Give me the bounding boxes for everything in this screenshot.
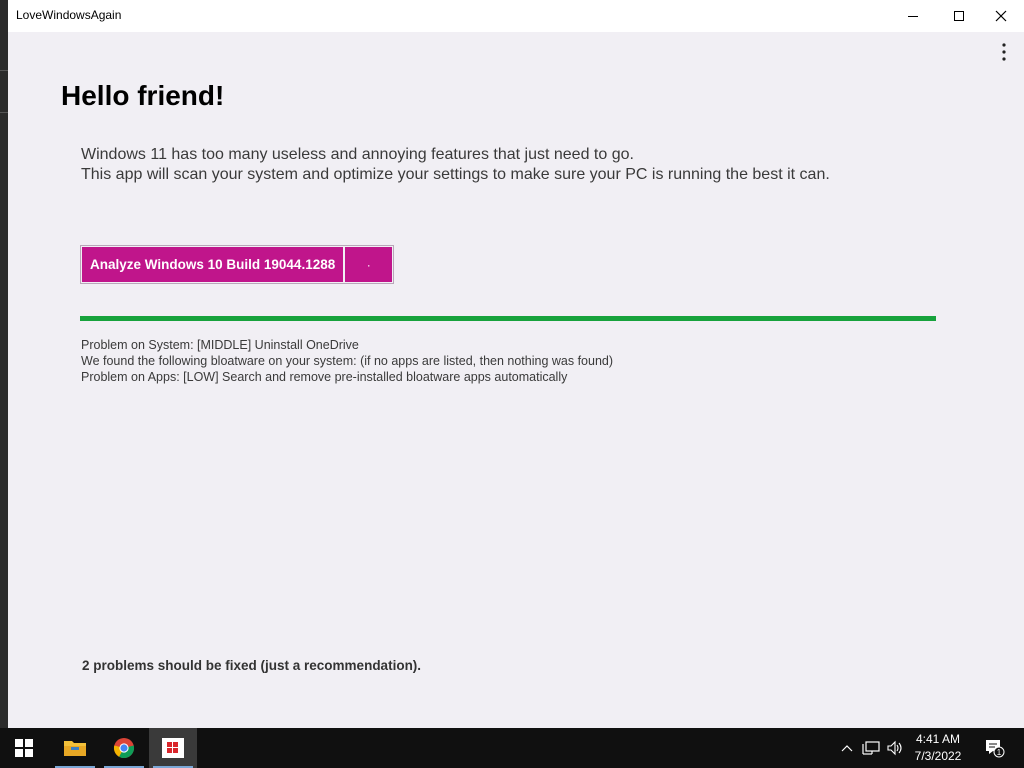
- love-windows-again-icon: [162, 738, 184, 758]
- start-icon: [15, 739, 33, 757]
- desktop-background: [0, 0, 8, 728]
- volume-icon: [887, 740, 902, 756]
- maximize-icon: [954, 11, 964, 21]
- show-hidden-icons-button[interactable]: [838, 728, 856, 768]
- window-title: LoveWindowsAgain: [16, 8, 122, 22]
- log-line: Problem on Apps: [LOW] Search and remove…: [81, 370, 568, 384]
- notification-icon: 1: [986, 740, 1005, 758]
- analyze-button-group: Analyze Windows 10 Build 19044.1288 ·: [80, 245, 395, 284]
- volume-button[interactable]: [884, 728, 906, 768]
- system-clock[interactable]: 4:41 AM 7/3/2022: [904, 731, 972, 765]
- taskbar-chrome[interactable]: [100, 728, 148, 768]
- minimize-icon: [908, 16, 918, 17]
- clock-date: 7/3/2022: [914, 749, 962, 763]
- taskbar: 4:41 AM 7/3/2022 1: [0, 728, 1024, 768]
- progress-fill: [80, 316, 936, 321]
- start-button[interactable]: [0, 728, 48, 768]
- maximize-button[interactable]: [936, 0, 982, 32]
- summary-text: 2 problems should be fixed (just a recom…: [82, 658, 422, 673]
- clock-time: 4:41 AM: [915, 732, 961, 746]
- secondary-action-button[interactable]: ·: [345, 247, 393, 282]
- more-options-button[interactable]: [992, 40, 1016, 64]
- title-bar[interactable]: LoveWindowsAgain: [8, 0, 1024, 32]
- chevron-up-icon: [841, 745, 853, 752]
- notification-count: 1: [997, 748, 1002, 757]
- analyze-button[interactable]: Analyze Windows 10 Build 19044.1288: [82, 247, 344, 282]
- progress-bar: [80, 316, 936, 321]
- intro-text: Windows 11 has too many useless and anno…: [81, 145, 830, 185]
- network-icon: [862, 741, 880, 755]
- close-button[interactable]: [978, 0, 1024, 32]
- taskbar-love-windows-again[interactable]: [149, 728, 197, 768]
- taskbar-file-explorer[interactable]: [51, 728, 99, 768]
- page-heading: Hello friend!: [61, 80, 225, 111]
- network-button[interactable]: [860, 728, 882, 768]
- close-icon: [995, 10, 1007, 22]
- more-vertical-icon: [1002, 43, 1006, 61]
- intro-line: Windows 11 has too many useless and anno…: [81, 146, 634, 163]
- file-explorer-icon: [64, 741, 86, 756]
- log-line: We found the following bloatware on your…: [81, 354, 614, 368]
- chrome-icon: [113, 738, 135, 759]
- action-center-button[interactable]: 1: [978, 728, 1010, 768]
- app-window: LoveWindowsAgain Hello friend! Windows 1…: [8, 0, 1024, 728]
- log-line: Problem on System: [MIDDLE] Uninstall On…: [81, 338, 359, 352]
- scan-log: Problem on System: [MIDDLE] Uninstall On…: [81, 337, 613, 385]
- minimize-button[interactable]: [890, 0, 936, 32]
- intro-line: This app will scan your system and optim…: [81, 166, 830, 183]
